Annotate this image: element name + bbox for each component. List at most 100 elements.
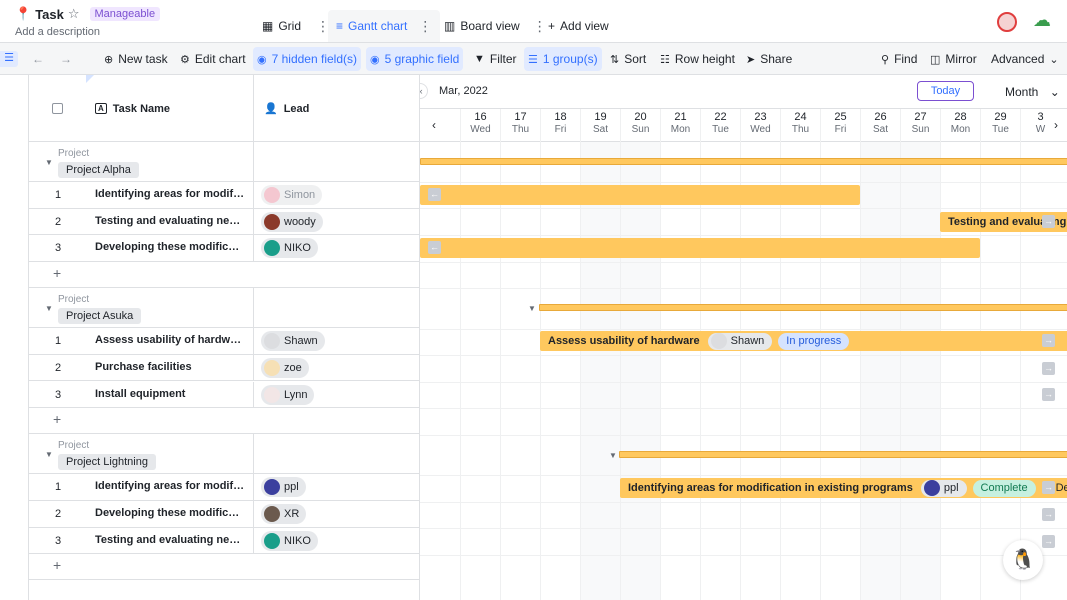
lead-chip[interactable]: ppl [920, 479, 967, 497]
cloud-sync-icon[interactable]: ☁ [1033, 10, 1051, 31]
gantt-bar[interactable]: Assess usability of hardware Shawn In pr… [540, 331, 1067, 351]
graphic-field-button[interactable]: ◉ 5 graphic field [366, 47, 464, 71]
more-icon[interactable]: ⋮ [533, 18, 547, 35]
task-name-cell[interactable]: Developing these modifications [95, 241, 245, 253]
add-view-button[interactable]: + Add view [548, 10, 609, 42]
lead-chip[interactable]: NIKO [261, 530, 318, 551]
task-name-cell[interactable]: Identifying areas for modification in ex… [95, 480, 245, 492]
undo-button[interactable]: ← [28, 47, 48, 71]
task-name-cell[interactable]: Assess usability of hardware [95, 334, 245, 346]
caret-down-icon[interactable]: ▼ [528, 304, 536, 313]
lead-chip[interactable]: NIKO [261, 238, 318, 259]
task-name-cell[interactable]: Install equipment [95, 388, 245, 400]
tab-board-view[interactable]: ▥ Board view ⋮ [444, 10, 547, 42]
edit-chart-button[interactable]: ⚙ Edit chart [176, 47, 250, 71]
group-header[interactable]: ▼ Project Project Alpha [29, 142, 420, 182]
table-row[interactable]: 3 Install equipment Lynn [29, 381, 420, 409]
task-name-cell[interactable]: Developing these modifications [95, 507, 245, 519]
find-button[interactable]: ⚲ Find [877, 47, 921, 71]
arrow-right-icon[interactable]: → [1042, 535, 1055, 548]
add-row-button[interactable]: + [29, 408, 420, 435]
lead-chip[interactable]: Shawn [707, 332, 773, 350]
prev-icon[interactable]: ‹ [432, 118, 436, 132]
advanced-button[interactable]: Advanced ⌄ [987, 47, 1063, 71]
tab-gantt-chart[interactable]: ≡ Gantt chart ⋮ [328, 10, 441, 42]
select-all-checkbox[interactable] [52, 75, 63, 142]
group-header[interactable]: ▼ Project Project Asuka [29, 288, 420, 329]
add-row-button[interactable]: + [29, 262, 420, 289]
task-name-cell[interactable]: Purchase facilities [95, 361, 245, 373]
task-name-cell[interactable]: Testing and evaluating new programs [95, 215, 245, 227]
new-task-button[interactable]: ⊕ New task [100, 47, 172, 71]
table-row[interactable]: 3 Testing and evaluating new programs NIKO [29, 527, 420, 555]
assistant-bot-icon[interactable]: 🐧 [1003, 540, 1043, 580]
caret-down-icon[interactable]: ▼ [45, 158, 53, 167]
day-column [860, 142, 900, 600]
arrow-right-icon[interactable]: → [1042, 481, 1055, 494]
caret-down-icon[interactable]: ▼ [45, 450, 53, 459]
table-row[interactable]: 2 Purchase facilities zoe [29, 354, 420, 382]
time-scale-select[interactable]: Month ⌄ [1005, 85, 1060, 99]
arrow-left-icon[interactable]: ← [428, 241, 441, 254]
day-cell: 23 Wed [740, 109, 780, 143]
table-row[interactable]: 1 Identifying areas for modification in e… [29, 182, 420, 209]
lead-chip[interactable]: Shawn [261, 331, 325, 352]
lead-chip[interactable]: zoe [261, 357, 309, 378]
share-button[interactable]: ➤ Share [742, 47, 796, 71]
task-name-cell[interactable]: Testing and evaluating new programs [95, 534, 245, 546]
caret-down-icon[interactable]: ▼ [609, 451, 617, 460]
sidebar-toggle-icon[interactable]: ☰ [0, 51, 18, 67]
weekday-label: Sat [592, 124, 608, 135]
group-button[interactable]: ☰ 1 group(s) [524, 47, 602, 71]
gantt-bar[interactable]: Identifying areas for modification in ex… [620, 478, 1067, 498]
row-height-label: Row height [674, 52, 735, 66]
row-number: 1 [55, 335, 62, 348]
arrow-right-icon[interactable]: → [1042, 508, 1055, 521]
star-icon[interactable]: ☆ [68, 6, 80, 22]
lead-name: zoe [284, 361, 302, 374]
permission-badge[interactable]: Manageable [89, 7, 161, 21]
lead-chip[interactable]: XR [261, 503, 307, 524]
add-row-button[interactable]: + [29, 554, 420, 581]
table-row[interactable]: 1 Identifying areas for modification in e… [29, 474, 420, 501]
lead-chip[interactable]: ppl [261, 477, 306, 498]
lead-chip[interactable]: Simon [261, 185, 323, 205]
task-name-cell[interactable]: Identifying areas for modification in ex… [95, 188, 245, 200]
arrow-right-icon[interactable]: → [1042, 215, 1055, 228]
day-number: 17 [514, 111, 527, 123]
more-icon[interactable]: ⋮ [418, 18, 432, 35]
gantt-bar[interactable]: ← [420, 238, 980, 258]
group-header[interactable]: ▼ Project Project Lightning [29, 434, 420, 475]
lead-chip-label: ppl [943, 482, 959, 494]
filter-button[interactable]: ▼ Filter [470, 47, 521, 71]
arrow-left-icon[interactable]: ← [428, 188, 441, 201]
redo-button[interactable]: → [56, 47, 76, 71]
table-row[interactable]: 3 Developing these modifications NIKO [29, 235, 420, 263]
mirror-button[interactable]: ◫ Mirror [926, 47, 981, 71]
tab-grid[interactable]: ▦ Grid ⋮ [262, 10, 330, 42]
column-task-name[interactable]: A Task Name [95, 75, 170, 142]
gantt-bar[interactable]: ← [420, 185, 860, 205]
table-row[interactable]: 1 Assess usability of hardware Shawn [29, 328, 420, 355]
row-height-button[interactable]: ☷ Row height [656, 47, 739, 71]
table-row[interactable]: 2 Developing these modifications XR [29, 500, 420, 528]
lead-chip[interactable]: woody [261, 211, 323, 232]
group-summary-bar[interactable] [420, 158, 1067, 165]
app-title[interactable]: Task [35, 7, 64, 22]
table-row[interactable]: 2 Testing and evaluating new programs wood… [29, 208, 420, 236]
today-button[interactable]: Today [917, 81, 974, 101]
group-summary-bar[interactable] [539, 304, 1067, 311]
add-description[interactable]: Add a description [15, 26, 100, 38]
group-summary-bar[interactable] [619, 451, 1067, 458]
gantt-bar[interactable]: Testing and evaluating → [940, 212, 1067, 232]
caret-down-icon[interactable]: ▼ [45, 304, 53, 313]
arrow-right-icon[interactable]: → [1042, 334, 1055, 347]
lead-chip[interactable]: Lynn [261, 384, 315, 405]
column-lead[interactable]: 👤 Lead [264, 75, 309, 142]
arrow-right-icon[interactable]: → [1042, 388, 1055, 401]
hidden-fields-button[interactable]: ◉ 7 hidden field(s) [253, 47, 361, 71]
user-avatar[interactable] [997, 12, 1017, 32]
sort-button[interactable]: ⇅ Sort [606, 47, 650, 71]
collapse-left-icon[interactable]: |‹ [420, 83, 428, 99]
arrow-right-icon[interactable]: → [1042, 362, 1055, 375]
